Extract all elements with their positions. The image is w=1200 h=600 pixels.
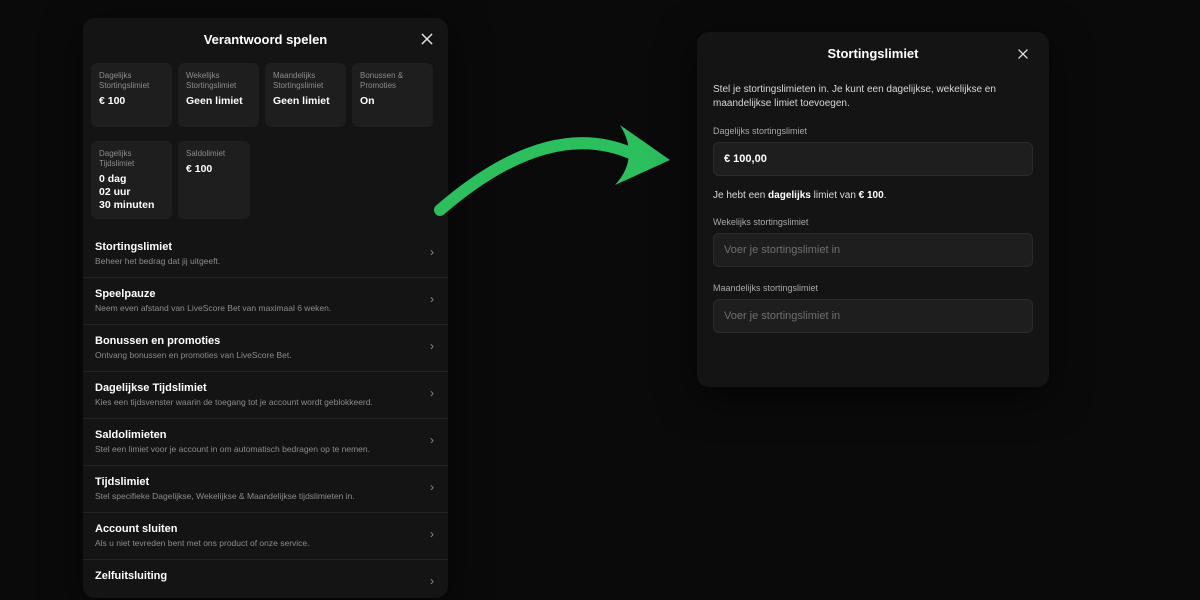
card-bonuses[interactable]: Bonussen & Promoties On <box>352 63 433 127</box>
card-value: Geen limiet <box>186 95 251 108</box>
weekly-limit-label: Wekelijks stortingslimiet <box>713 217 1033 227</box>
card-value: € 100 <box>186 163 242 176</box>
card-label: Maandelijks Stortingslimiet <box>273 71 338 91</box>
limit-cards-row1: Dagelijks Stortingslimiet € 100 Wekelijk… <box>83 57 448 133</box>
menu-sub: Stel een limiet voor je account in om au… <box>95 444 420 455</box>
chevron-right-icon: › <box>430 480 434 494</box>
card-daily-timelimit[interactable]: Dagelijks Tijdslimiet 0 dag 02 uur 30 mi… <box>91 141 172 219</box>
menu-title: Dagelijkse Tijdslimiet <box>95 382 420 394</box>
menu-sub: Als u niet tevreden bent met ons product… <box>95 538 420 549</box>
card-balance-limit[interactable]: Saldolimiet € 100 <box>178 141 250 219</box>
monthly-limit-label: Maandelijks stortingslimiet <box>713 283 1033 293</box>
panel-title: Stortingslimiet <box>713 46 1033 61</box>
weekly-limit-input[interactable] <box>713 233 1033 267</box>
card-value: 0 dag 02 uur 30 minuten <box>99 173 164 212</box>
card-label: Dagelijks Stortingslimiet <box>99 71 164 91</box>
close-icon <box>1016 47 1030 61</box>
chevron-right-icon: › <box>430 433 434 447</box>
limit-cards-row2: Dagelijks Tijdslimiet 0 dag 02 uur 30 mi… <box>83 135 448 225</box>
chevron-right-icon: › <box>430 574 434 588</box>
panel-header: Stortingslimiet <box>713 46 1033 65</box>
close-button[interactable] <box>416 28 438 50</box>
deposit-limit-panel: Stortingslimiet Stel je stortingslimiete… <box>697 32 1049 387</box>
daily-limit-input[interactable] <box>713 142 1033 176</box>
menu-item-account-sluiten[interactable]: Account sluiten Als u niet tevreden bent… <box>83 513 448 560</box>
menu-title: Saldolimieten <box>95 429 420 441</box>
card-label: Wekelijks Stortingslimiet <box>186 71 251 91</box>
chevron-right-icon: › <box>430 245 434 259</box>
menu-item-tijdslimiet[interactable]: Tijdslimiet Stel specifieke Dagelijkse, … <box>83 466 448 513</box>
card-monthly-deposit[interactable]: Maandelijks Stortingslimiet Geen limiet <box>265 63 346 127</box>
menu-sub: Ontvang bonussen en promoties van LiveSc… <box>95 350 420 361</box>
current-limit-note: Je hebt een dagelijks limiet van € 100. <box>713 190 1033 201</box>
chevron-right-icon: › <box>430 292 434 306</box>
menu-title: Tijdslimiet <box>95 476 420 488</box>
card-daily-deposit[interactable]: Dagelijks Stortingslimiet € 100 <box>91 63 172 127</box>
menu-sub: Beheer het bedrag dat jij uitgeeft. <box>95 256 420 267</box>
intro-text: Stel je stortingslimieten in. Je kunt ee… <box>713 83 1033 110</box>
menu-title: Stortingslimiet <box>95 241 420 253</box>
menu-item-stortingslimiet[interactable]: Stortingslimiet Beheer het bedrag dat ji… <box>83 231 448 278</box>
card-label: Saldolimiet <box>186 149 242 159</box>
daily-limit-label: Dagelijks stortingslimiet <box>713 126 1033 136</box>
chevron-right-icon: › <box>430 339 434 353</box>
close-button[interactable] <box>1013 44 1033 64</box>
menu-sub: Kies een tijdsvenster waarin de toegang … <box>95 397 420 408</box>
menu-item-zelfuitsluiting[interactable]: Zelfuitsluiting › <box>83 560 448 598</box>
flow-arrow-icon <box>430 90 680 220</box>
card-label: Dagelijks Tijdslimiet <box>99 149 164 169</box>
menu-sub: Neem even afstand van LiveScore Bet van … <box>95 303 420 314</box>
menu-item-dagelijkse-tijdslimiet[interactable]: Dagelijkse Tijdslimiet Kies een tijdsven… <box>83 372 448 419</box>
menu-sub: Stel specifieke Dagelijkse, Wekelijkse &… <box>95 491 420 502</box>
card-value: Geen limiet <box>273 95 338 108</box>
panel-title: Verantwoord spelen <box>204 32 328 47</box>
menu-title: Account sluiten <box>95 523 420 535</box>
card-value: On <box>360 95 425 108</box>
menu-item-saldolimieten[interactable]: Saldolimieten Stel een limiet voor je ac… <box>83 419 448 466</box>
chevron-right-icon: › <box>430 386 434 400</box>
menu-item-bonussen[interactable]: Bonussen en promoties Ontvang bonussen e… <box>83 325 448 372</box>
card-weekly-deposit[interactable]: Wekelijks Stortingslimiet Geen limiet <box>178 63 259 127</box>
menu-title: Bonussen en promoties <box>95 335 420 347</box>
responsible-gaming-panel: Verantwoord spelen Dagelijks Stortingsli… <box>83 18 448 598</box>
card-value: € 100 <box>99 95 164 108</box>
menu-title: Zelfuitsluiting <box>95 570 420 582</box>
menu-title: Speelpauze <box>95 288 420 300</box>
chevron-right-icon: › <box>430 527 434 541</box>
monthly-limit-input[interactable] <box>713 299 1033 333</box>
panel-header: Verantwoord spelen <box>83 18 448 57</box>
close-icon <box>419 31 435 47</box>
menu-item-speelpauze[interactable]: Speelpauze Neem even afstand van LiveSco… <box>83 278 448 325</box>
settings-menu: Stortingslimiet Beheer het bedrag dat ji… <box>83 231 448 598</box>
card-label: Bonussen & Promoties <box>360 71 425 91</box>
